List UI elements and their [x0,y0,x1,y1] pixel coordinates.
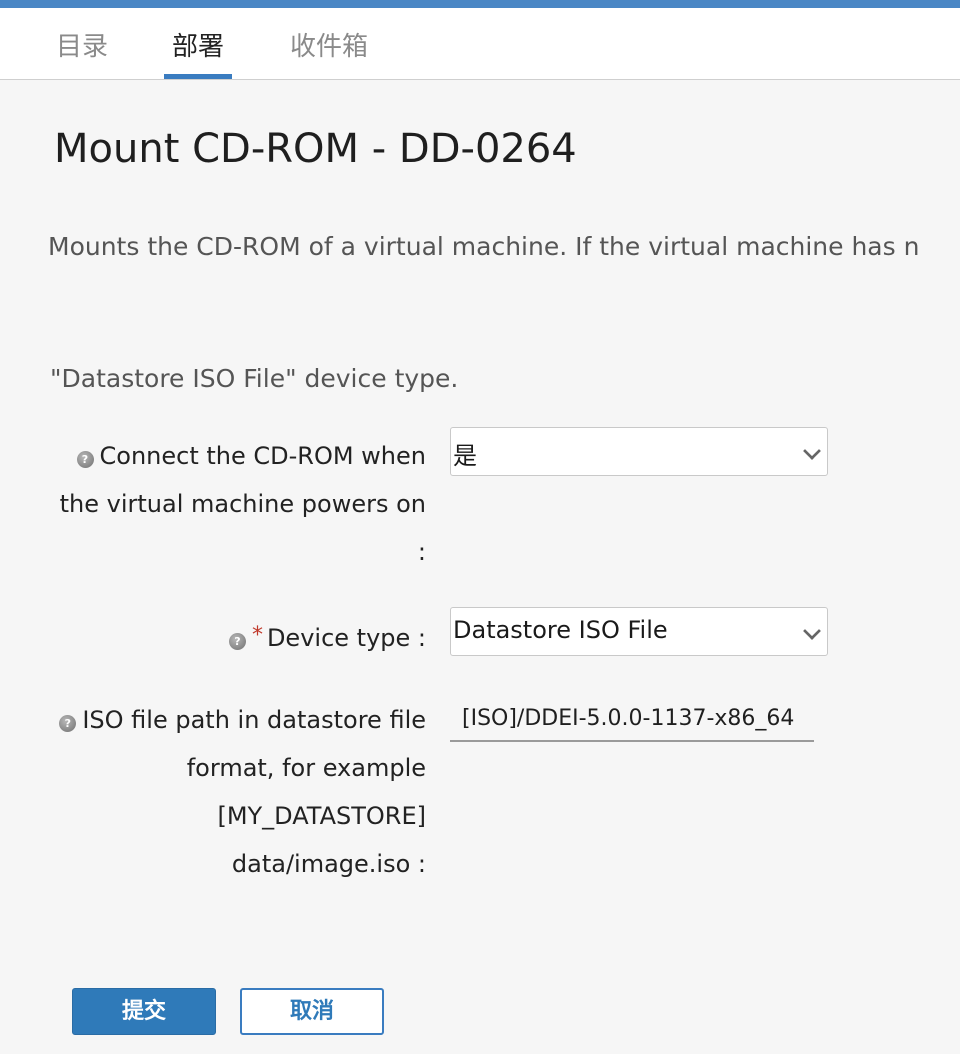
iso-label-line3: [MY_DATASTORE] [217,802,426,830]
connect-label-line2: the virtual machine powers on [59,490,426,518]
connect-select-value: 是 [453,442,477,470]
tab-catalog[interactable]: 目录 [50,8,114,79]
iso-label-line4: data/image.iso : [231,850,426,878]
dialog-description-continued: "Datastore ISO File" device type. [50,364,459,393]
connect-field-label: ? Connect the CD-ROM when the virtual mac… [60,432,426,576]
cancel-button[interactable]: 取消 [240,988,384,1035]
chevron-down-icon [803,442,821,460]
required-marker: * [251,623,263,648]
description-overflow-line [48,320,948,342]
device-type-label: Device type : [266,624,426,652]
tab-inbox[interactable]: 收件箱 [284,8,374,79]
help-icon[interactable]: ? [228,633,246,650]
dialog-description: Mounts the CD-ROM of a virtual machine. … [48,232,920,261]
tab-deploy[interactable]: 部署 [164,8,232,79]
device-type-field-label: ? * Device type : [228,612,426,662]
device-type-select[interactable]: Datastore ISO File [450,607,828,656]
iso-path-input[interactable] [450,700,814,742]
iso-label-line2: format, for example [186,754,426,782]
dialog-title: Mount CD-ROM - DD-0264 [54,126,577,172]
iso-label-line1: ISO file path in datastore file [82,706,426,734]
connect-label-line1: Connect the CD-ROM when [99,442,427,470]
device-type-select-value: Datastore ISO File [453,616,668,644]
iso-path-field-label: ? ISO file path in datastore file format,… [59,696,426,888]
help-icon[interactable]: ? [59,715,77,732]
help-icon[interactable]: ? [76,451,94,468]
chevron-down-icon [803,622,821,640]
top-accent-bar [0,0,960,8]
submit-button[interactable]: 提交 [72,988,216,1035]
connect-on-poweron-select[interactable]: 是 [450,427,828,476]
tab-bar: 目录 部署 收件箱 [0,8,960,80]
connect-label-line3: : [417,538,426,566]
